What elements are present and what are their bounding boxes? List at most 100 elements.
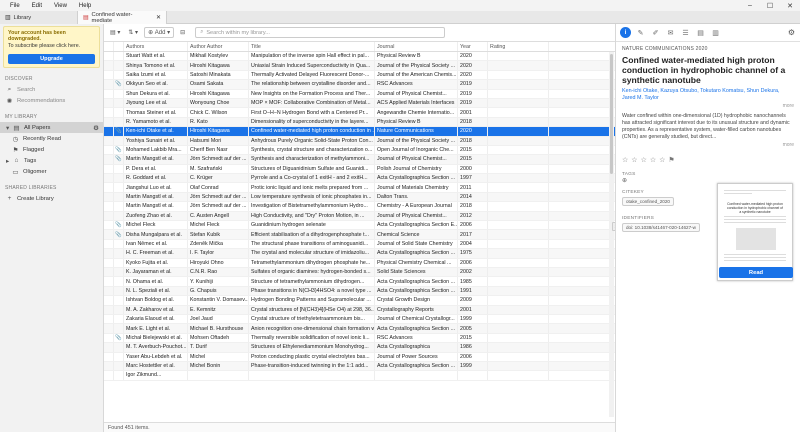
sidebar-item-all-papers[interactable]: ▾ ▤ All Papers ⚙ (0, 122, 103, 133)
cell-title: Efficient stabilisation of a dihydrogenp… (249, 230, 375, 239)
table-row[interactable]: H. C. Freeman et al. I. F. Taylor The crys… (104, 249, 615, 259)
table-row[interactable]: Stuart Watt et al. Mikhail Kostylev Manipu… (104, 52, 615, 62)
cell-spacer (549, 71, 615, 79)
minimize-button[interactable]: – (740, 0, 760, 11)
column-journal[interactable]: Journal (375, 42, 458, 51)
table-row[interactable]: Shun Dekura et al. Hiroshi Kitagawa New In… (104, 89, 615, 99)
table-row[interactable]: 📎 Michał Bielejewski et al. Mohsen Oftadeh… (104, 333, 615, 344)
sort-button[interactable]: ⇅ ▾ (126, 27, 140, 38)
chevron-right-icon[interactable]: ▸ (6, 157, 9, 165)
thumb-line (724, 216, 786, 217)
tab-library[interactable]: ▥ Library (0, 11, 77, 24)
sidebar-item-oligomer[interactable]: ▭ Oligomer (0, 166, 103, 177)
comment-icon[interactable]: ✉ (665, 27, 676, 38)
table-row[interactable]: Jiangshui Luo et al. Olaf Conrad Protic io… (104, 183, 615, 193)
table-row[interactable]: N. L. Speziali et al. G. Chapuis Phase tra… (104, 286, 615, 297)
paper-authors[interactable]: Ken-ichi Otake, Kazuya Otsubo, Tokutaro … (622, 88, 794, 102)
table-row[interactable]: R. Yamamoto et al. R. Kato Dimensionality … (104, 117, 615, 128)
annotations-icon[interactable]: ☰ (680, 27, 691, 38)
rating-stars[interactable]: ☆ ☆ ☆ ☆ ☆ ⚑ (622, 156, 712, 164)
info-icon[interactable]: i (620, 27, 631, 38)
sidebar-item-recommendations[interactable]: ✺ Recommendations (0, 95, 103, 106)
sidebar-item-tags[interactable]: ▸ ⌂ Tags (0, 155, 103, 166)
table-row[interactable]: Ishtvan Boldog et al. Konstantin V. Domas… (104, 296, 615, 306)
doi-value[interactable]: doi: 10.1038/s41467-020-14627-w (622, 223, 700, 232)
tab-paper[interactable]: ▤ Confined water-mediate ✕ (77, 11, 167, 24)
table-row[interactable]: Zuofeng Zhao et al. C. Austen Angell High … (104, 211, 615, 222)
table-row[interactable]: 📎 Martin Mangstl et al. Jörn Schmedt auf d… (104, 155, 615, 165)
column-authors[interactable]: Authors (124, 42, 188, 51)
add-button[interactable]: ⊕ Add ▾ (144, 27, 175, 38)
table-row[interactable]: Ivan Němec et al. Zdeněk Mička The structu… (104, 239, 615, 250)
table-row[interactable]: 📎 Ken-ichi Otake et al. Hiroshi Kitagawa Co… (104, 127, 615, 137)
star-icon[interactable]: ☆ (650, 156, 656, 164)
table-scrollbar[interactable] (609, 52, 614, 417)
scrollbar-thumb[interactable] (610, 54, 613, 174)
table-row[interactable]: Marc Hostettler et al. Michel Bonin Phase-… (104, 361, 615, 372)
table-row[interactable]: R. Goddard et al. C. Krüger Pyrrole and a … (104, 174, 615, 184)
table-row[interactable]: 📎 Michel Fleck Michel Fleck Guanidinium hyd… (104, 221, 615, 231)
search-input[interactable]: ⌕ Search within my library... (195, 27, 446, 38)
filter-button[interactable]: ⊟ (178, 27, 187, 38)
edit-icon[interactable]: ✎ (635, 27, 646, 38)
read-button[interactable]: Read (719, 267, 793, 278)
flag-icon[interactable]: ⚑ (668, 156, 674, 164)
table-row[interactable]: K. Jayaraman et al. C.N.R. Rao Sulfates of… (104, 267, 615, 278)
banner-subtitle[interactable]: To subscribe please click here. (8, 43, 95, 49)
column-title[interactable]: Title (249, 42, 375, 51)
sidebar-item-flagged[interactable]: ⚑ Flagged (0, 144, 103, 155)
column-year[interactable]: Year (458, 42, 488, 51)
table-row[interactable]: M. T. Averbuch-Pouchot... T. Durif Structu… (104, 343, 615, 353)
gear-icon[interactable]: ⚙ (788, 28, 795, 37)
table-row[interactable]: 📎 Okkyun Seo et al. Osami Sakata The relati… (104, 80, 615, 90)
menu-view[interactable]: View (48, 3, 73, 9)
table-row[interactable]: Shinya Tomono et al. Hiroshi Kitagawa Unia… (104, 61, 615, 71)
stats-icon[interactable]: ▥ (710, 27, 721, 38)
table-row[interactable]: P. Dera et al. M. Szafrański Structures of… (104, 164, 615, 175)
attachment-icon (114, 371, 124, 380)
upgrade-button[interactable]: Upgrade (8, 54, 95, 64)
column-last-author[interactable]: Author Author (188, 42, 249, 51)
gear-icon[interactable]: ⚙ (93, 124, 99, 132)
table-row[interactable]: Saika Izumi et al. Satoshi Minakata Therma… (104, 70, 615, 81)
menu-help[interactable]: Help (73, 3, 97, 9)
cell-year: 2002 (458, 267, 488, 277)
table-row[interactable]: Igor Zikmund... (104, 371, 615, 381)
close-tab-icon[interactable]: ✕ (156, 14, 161, 21)
table-row[interactable]: Martin Mangstl et al. Jörn Schmedt auf de… (104, 202, 615, 212)
table-row[interactable]: N. Ohama et al. Y. Kunihiji Structure of t… (104, 277, 615, 287)
sidebar-item-recently-read[interactable]: ◷ Recently Read (0, 133, 103, 144)
sidebar-item-search[interactable]: ⌕ Search (0, 84, 103, 95)
table-row[interactable]: Zakaria Elaoud et al. Joel Jaud Crystal st… (104, 314, 615, 325)
menu-file[interactable]: File (4, 3, 26, 9)
table-row[interactable]: 📎 Mohamed Lakbib Mra... Cherif Ben Nasr Syn… (104, 145, 615, 156)
cell-last-author: G. Chapuis (188, 286, 249, 296)
chevron-down-icon[interactable]: ▾ (6, 124, 9, 132)
table-row[interactable]: Yoshiya Sunairi et al. Hatsumi Mori Anhydr… (104, 136, 615, 146)
star-icon[interactable]: ☆ (622, 156, 628, 164)
star-icon[interactable]: ☆ (631, 156, 637, 164)
close-window-button[interactable]: ✕ (780, 0, 800, 11)
table-row[interactable]: Mark E. Light et al. Michael B. Hursthous… (104, 324, 615, 334)
table-row[interactable]: M. A. Zakharov et al. E. Kemnitz Crystal s… (104, 305, 615, 315)
star-icon[interactable]: ☆ (641, 156, 647, 164)
menu-edit[interactable]: Edit (26, 3, 48, 9)
cell-journal: RSC Advances (375, 333, 458, 343)
row-checkbox (104, 230, 114, 239)
sidebar-item-create-library[interactable]: + Create Library (0, 193, 103, 204)
table-row[interactable]: Kyoko Fujita et al. Hiroyuki Ohno Tetramet… (104, 258, 615, 268)
maximize-button[interactable]: ☐ (760, 0, 780, 11)
table-row[interactable]: Jiyoung Lee et al. Wonyoung Choe MOP × MOF… (104, 98, 615, 109)
citekey-value[interactable]: otake_confined_2020 (622, 197, 674, 206)
table-row[interactable]: 📎 Disha Mungalpara et al. Stefan Kubik Effi… (104, 230, 615, 240)
star-icon[interactable]: ☆ (659, 156, 665, 164)
more-authors-link[interactable]: more (622, 103, 794, 109)
notes-icon[interactable]: ✐ (650, 27, 661, 38)
view-toggle-button[interactable]: ▤ ▾ (108, 27, 122, 38)
table-row[interactable]: Yaser Abu-Lebdeh et al. Michel Proton cond… (104, 352, 615, 362)
column-rating[interactable]: Rating (488, 42, 549, 51)
table-row[interactable]: Martin Mangstl et al. Jörn Schmedt auf de… (104, 192, 615, 203)
more-abstract-link[interactable]: more (622, 142, 794, 148)
document-icon[interactable]: ▤ (695, 27, 706, 38)
table-row[interactable]: Thomas Steiner et al. Chick C. Wilson Firs… (104, 108, 615, 118)
